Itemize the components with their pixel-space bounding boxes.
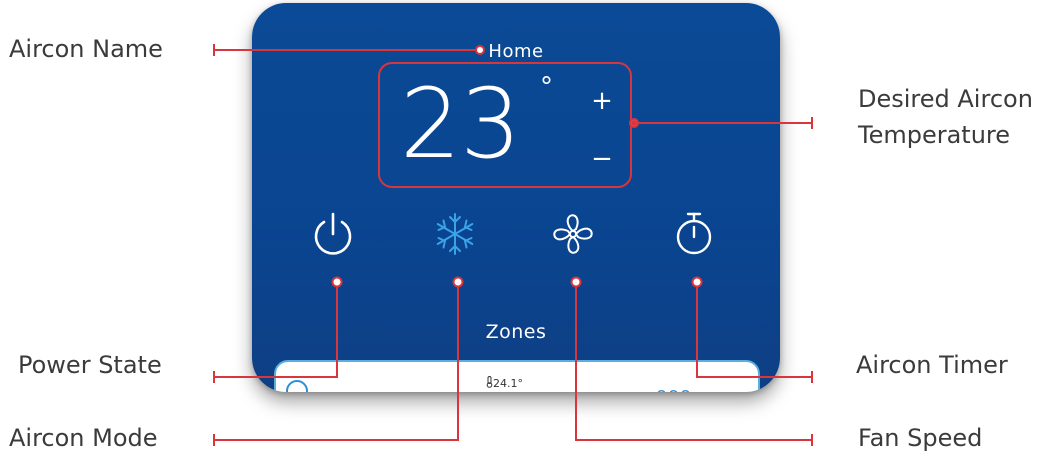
temperature-decrease-button[interactable]: − — [590, 144, 614, 174]
temperature-value: 23 — [400, 68, 521, 180]
aircon-name-label: Aircon Name — [9, 35, 163, 63]
timer-button[interactable] — [670, 210, 718, 258]
power-icon — [314, 212, 352, 255]
zone-temperature: 24.1° — [486, 376, 523, 390]
aircon-control-panel: Home 23 ° + − Zones 24.1° — [252, 3, 780, 392]
snowflake-icon — [436, 213, 474, 255]
fan-speed-button[interactable] — [549, 210, 597, 258]
desired-temperature-label: Desired Aircon Temperature — [858, 81, 1033, 153]
zone-toggle[interactable] — [286, 380, 308, 392]
temperature-increase-button[interactable]: + — [590, 86, 614, 116]
aircon-mode-label: Aircon Mode — [9, 424, 158, 452]
power-state-label: Power State — [18, 351, 162, 379]
desired-temperature-label-line2: Temperature — [858, 121, 1011, 149]
zone-row[interactable]: 24.1° ooo — [274, 360, 760, 392]
stopwatch-icon — [676, 212, 712, 255]
power-button[interactable] — [309, 210, 357, 258]
zone-more-button[interactable]: ooo — [656, 384, 692, 392]
aircon-timer-label: Aircon Timer — [856, 351, 1008, 379]
fan-speed-label: Fan Speed — [858, 424, 983, 452]
fan-icon — [553, 214, 593, 254]
temperature-display: 23 ° + − — [378, 62, 632, 188]
zones-title: Zones — [485, 321, 547, 343]
thermometer-icon — [486, 376, 493, 388]
zone-temperature-value: 24.1° — [493, 377, 523, 390]
degree-symbol: ° — [540, 72, 553, 102]
desired-temperature-label-line1: Desired Aircon — [858, 85, 1033, 113]
mode-button[interactable] — [431, 210, 479, 258]
aircon-name[interactable]: Home — [252, 41, 780, 62]
